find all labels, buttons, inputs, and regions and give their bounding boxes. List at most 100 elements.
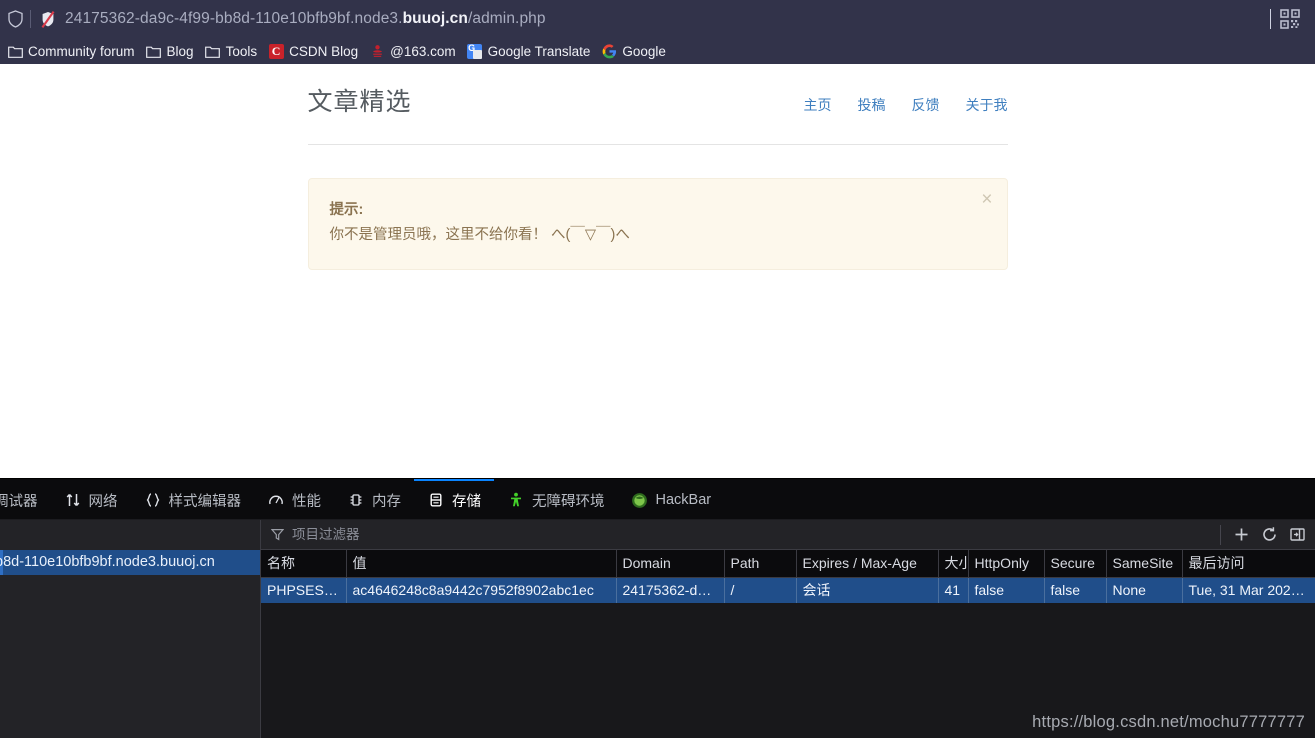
bookmark-community-forum[interactable]: Community forum [4,41,141,61]
qr-code-icon[interactable] [1277,6,1303,32]
storage-icon [427,491,445,509]
storage-main-panel: 名称 值 Domain Path Expires / Max-Age 大小 Ht… [261,520,1315,738]
bookmark-label: Blog [166,43,194,59]
cookie-table-container: 名称 值 Domain Path Expires / Max-Age 大小 Ht… [261,550,1315,738]
nav-link-submit[interactable]: 投稿 [858,95,886,115]
gauge-icon [267,491,285,509]
bookmark-tools[interactable]: Tools [202,41,264,61]
cell-domain: 24175362-d… [616,577,725,603]
devtools-tab-label: HackBar [655,492,712,508]
column-header-name[interactable]: 名称 [261,550,347,578]
csdn-icon: C [268,43,284,59]
cell-path: / [724,577,797,603]
bookmark-163-mail[interactable]: @163.com [366,41,461,61]
storage-table-region: 名称 值 Domain Path Expires / Max-Age 大小 Ht… [261,550,1315,738]
page-header: 文章精选 主页 投稿 反馈 关于我 [308,82,1008,138]
urlbar-divider [30,10,31,28]
bookmark-label: @163.com [390,43,456,59]
cell-name: PHPSESS… [261,577,347,603]
column-header-domain[interactable]: Domain [616,550,725,578]
storage-tree-item-cookies-host[interactable]: b8d-110e10bfb9bf.node3.buuoj.cn [0,550,260,575]
refresh-icon[interactable] [1255,522,1283,548]
devtools-panel: 调试器 网络 样式编辑器 [0,478,1315,738]
devtools-tab-label: 调试器 [0,493,38,510]
bookmark-google-translate[interactable]: G Google Translate [464,41,597,61]
column-header-value[interactable]: 值 [346,550,617,578]
page-title: 文章精选 [307,88,412,116]
folder-icon [146,43,162,59]
devtools-tab-storage[interactable]: 存储 [414,479,494,519]
url-suffix: /admin.php [467,10,546,27]
bookmark-label: Google [622,43,666,59]
nav-link-feedback[interactable]: 反馈 [912,95,940,115]
alert-message: 你不是管理员哦，这里不给你看！ へ(￣▽￣)へ [329,227,630,244]
url-bar[interactable]: 24175362-da9c-4f99-bb8d-110e10bfb9bf.nod… [0,0,1315,38]
plus-icon[interactable] [1227,522,1255,548]
urlbar-right-divider [1270,9,1271,29]
google-icon [601,43,617,59]
column-header-expires[interactable]: Expires / Max-Age [796,550,939,578]
cell-secure: false [1044,577,1107,603]
devtools-tab-network[interactable]: 网络 [51,479,131,519]
devtools-tab-bar: 调试器 网络 样式编辑器 [0,479,1315,520]
devtools-tab-accessibility[interactable]: 无障碍环境 [494,479,618,519]
devtools-tab-label: 样式编辑器 [168,493,242,510]
devtools-tab-hackbar[interactable]: HackBar [618,479,725,519]
cell-expires: 会话 [796,577,939,603]
page-container: 文章精选 主页 投稿 反馈 关于我 提示: 你不是管理员哦，这里不给你看！ へ(… [307,64,1008,270]
table-row[interactable]: PHPSESS… ac4646248c8a9442c7952f8902abc1e… [261,577,1315,603]
braces-icon [144,491,162,509]
cell-httponly: false [968,577,1045,603]
bookmark-label: CSDN Blog [289,43,359,59]
cell-size: 41 [938,577,969,603]
nav-link-home[interactable]: 主页 [804,95,832,115]
bookmark-google[interactable]: Google [598,41,672,61]
toolbar-divider [1220,524,1221,545]
alert-close-button[interactable]: × [981,190,992,209]
bookmarks-bar: Community forum Blog Tools C CSDN Blog @… [0,38,1315,64]
column-header-samesite[interactable]: SameSite [1106,550,1183,578]
devtools-tab-label: 性能 [292,493,321,510]
devtools-tab-label: 存储 [452,493,481,510]
memory-icon [347,491,365,509]
column-header-last-accessed[interactable]: 最后访问 [1182,550,1315,578]
devtools-tab-debugger[interactable]: 调试器 [0,479,51,519]
devtools-tab-memory[interactable]: 内存 [334,479,414,519]
devtools-body: b8d-110e10bfb9bf.node3.buuoj.cn 项目过滤器 名称… [0,520,1315,738]
cell-value: ac4646248c8a9442c7952f8902abc1ec [346,577,617,603]
broken-shield-icon[interactable] [39,10,57,28]
nav-link-about[interactable]: 关于我 [966,95,1008,115]
storage-filter-toolbar [261,520,1315,550]
filter-funnel-icon [271,528,285,542]
devtools-tab-label: 网络 [88,493,118,510]
column-header-httponly[interactable]: HttpOnly [968,550,1045,578]
accessibility-icon [507,491,525,509]
column-header-secure[interactable]: Secure [1044,550,1107,578]
cell-last-accessed: Tue, 31 Mar 2020 … [1182,577,1315,603]
cell-samesite: None [1106,577,1183,603]
netease-icon [369,43,385,59]
hackbar-icon [631,491,649,509]
url-text[interactable]: 24175362-da9c-4f99-bb8d-110e10bfb9bf.nod… [65,10,1270,28]
panel-toggle-icon[interactable] [1283,522,1311,548]
storage-filter-input[interactable] [292,527,1214,542]
browser-chrome: 24175362-da9c-4f99-bb8d-110e10bfb9bf.nod… [0,0,1315,64]
shield-icon[interactable] [4,8,26,30]
google-translate-icon: G [467,43,483,59]
bookmark-blog[interactable]: Blog [143,41,200,61]
column-header-path[interactable]: Path [724,550,797,578]
devtools-tab-label: 内存 [372,493,401,510]
alert-title: 提示: [329,202,364,218]
bookmark-csdn-blog[interactable]: C CSDN Blog [265,41,364,61]
cookie-table: 名称 值 Domain Path Expires / Max-Age 大小 Ht… [261,550,1315,603]
folder-icon [7,43,23,59]
network-arrows-icon [64,491,82,509]
devtools-tab-performance[interactable]: 性能 [254,479,334,519]
cookie-table-header-row: 名称 值 Domain Path Expires / Max-Age 大小 Ht… [261,550,1315,578]
bookmark-label: Google Translate [487,43,591,59]
url-domain: buuoj.cn [402,10,468,27]
main-nav: 主页 投稿 反馈 关于我 [804,95,1008,115]
column-header-size[interactable]: 大小 [938,550,969,578]
devtools-tab-style-editor[interactable]: 样式编辑器 [131,479,255,519]
url-prefix: 24175362-da9c-4f99-bb8d-110e10bfb9bf.nod… [65,10,403,27]
